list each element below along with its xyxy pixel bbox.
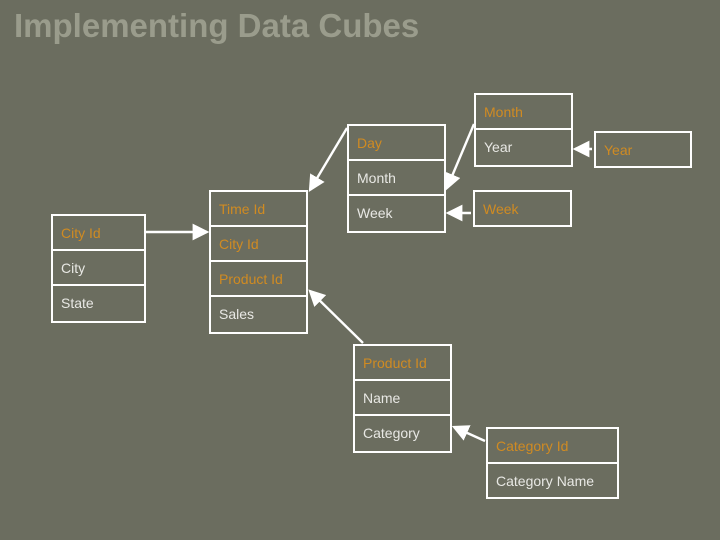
field-row[interactable]: Day: [349, 126, 444, 161]
field-row[interactable]: City: [53, 251, 144, 286]
field-row[interactable]: Year: [596, 133, 690, 168]
month-to-day-arrow: [444, 123, 476, 191]
entity-box-week-dim[interactable]: Week: [473, 190, 572, 227]
entity-box-sales-fact[interactable]: Time Id City Id Product Id Sales: [209, 190, 308, 334]
entity-box-day-dim[interactable]: Day Month Week: [347, 124, 446, 233]
day-to-time-id-arrow: [308, 127, 349, 193]
field-row[interactable]: Week: [475, 192, 570, 227]
page-title: Implementing Data Cubes: [14, 7, 420, 44]
field-row[interactable]: Week: [349, 196, 444, 231]
entity-box-category-dim[interactable]: Category Id Category Name: [486, 427, 619, 499]
field-row[interactable]: State: [53, 286, 144, 321]
entity-box-year-dim[interactable]: Year: [594, 131, 692, 168]
field-row[interactable]: Name: [355, 381, 450, 416]
entity-box-month-dim[interactable]: Month Year: [474, 93, 573, 167]
category-to-category-arrow: [451, 425, 486, 443]
field-row[interactable]: Time Id: [211, 192, 306, 227]
field-row[interactable]: Year: [476, 130, 571, 165]
field-row[interactable]: Category Name: [488, 464, 617, 499]
field-row[interactable]: Sales: [211, 297, 306, 332]
field-row[interactable]: Category: [355, 416, 450, 451]
field-row[interactable]: City Id: [211, 227, 306, 262]
entity-box-product-dim[interactable]: Product Id Name Category: [353, 344, 452, 453]
field-row[interactable]: Month: [349, 161, 444, 196]
field-row[interactable]: Product Id: [211, 262, 306, 297]
entity-box-city-dim[interactable]: City Id City State: [51, 214, 146, 323]
field-row[interactable]: Category Id: [488, 429, 617, 464]
field-row[interactable]: City Id: [53, 216, 144, 251]
product-to-product-id-arrow: [308, 289, 364, 344]
slide-canvas: Implementing Data Cubes Month Year Year Day…: [0, 0, 720, 540]
field-row[interactable]: Month: [476, 95, 571, 130]
field-row[interactable]: Product Id: [355, 346, 450, 381]
